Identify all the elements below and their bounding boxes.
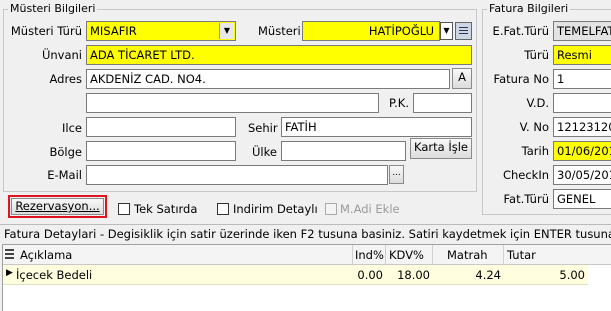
ilce-field[interactable] bbox=[86, 117, 236, 137]
musteri-value: HATİPOĞLU bbox=[368, 24, 434, 38]
cell-ind: 0.00 bbox=[357, 268, 383, 282]
vno-field[interactable]: 12123120 bbox=[553, 117, 611, 137]
tek-satirda-label: Tek Satırda bbox=[134, 202, 198, 216]
fatura-no-field[interactable]: 1 bbox=[553, 69, 611, 89]
turu-field[interactable]: Resmi bbox=[553, 45, 611, 65]
tek-satirda-checkbox[interactable] bbox=[118, 203, 130, 215]
details-bar-text: Fatura Detaylari - Degisiklik için satir… bbox=[4, 227, 611, 241]
sehir-label: Sehir bbox=[248, 121, 278, 135]
vd-field[interactable] bbox=[553, 93, 611, 113]
tarih-field[interactable]: 01/06/2017 bbox=[553, 141, 611, 161]
musteri-turu-value: MISAFIR bbox=[90, 24, 137, 38]
karta-isle-button[interactable]: Karta İşle bbox=[410, 138, 472, 159]
turu-value: Resmi bbox=[557, 48, 592, 62]
sehir-field[interactable]: FATİH bbox=[281, 117, 472, 137]
chevron-down-icon: ▼ bbox=[443, 26, 450, 35]
cell-aciklama: İçecek Bedeli bbox=[16, 268, 93, 282]
vno-value: 12123120 bbox=[557, 120, 611, 134]
ulke-label: Ülke bbox=[252, 145, 277, 159]
tarih-value: 01/06/2017 bbox=[557, 144, 611, 158]
table-row[interactable]: ▶ İçecek Bedeli 0.00 18.00 4.24 5.00 bbox=[3, 265, 588, 285]
email-field[interactable] bbox=[86, 165, 388, 185]
indirim-detayli-label: Indirim Detaylı bbox=[233, 202, 318, 216]
col-divider bbox=[503, 245, 504, 264]
m-adi-ekle-checkbox[interactable] bbox=[325, 203, 337, 215]
checkin-label: CheckIn bbox=[502, 168, 549, 182]
adres-value: AKDENİZ CAD. NO4. bbox=[90, 72, 206, 86]
bolge-field[interactable] bbox=[86, 141, 236, 161]
ulke-field[interactable] bbox=[281, 141, 406, 161]
rezervasyon-button[interactable]: Rezervasyon... bbox=[11, 198, 104, 215]
col-divider bbox=[352, 245, 353, 264]
adres-button[interactable]: A bbox=[452, 68, 472, 89]
sehir-value: FATİH bbox=[285, 120, 317, 134]
indirim-detayli-checkbox[interactable] bbox=[217, 203, 229, 215]
col-divider bbox=[432, 245, 433, 264]
chevron-down-icon[interactable]: ▼ bbox=[219, 23, 234, 39]
col-aciklama[interactable]: Açıklama bbox=[20, 248, 72, 262]
col-kdv[interactable]: KDV% bbox=[389, 248, 424, 262]
adres-field-1[interactable]: AKDENİZ CAD. NO4. bbox=[86, 69, 450, 89]
details-bar: Fatura Detaylari - Degisiklik için satir… bbox=[0, 224, 611, 243]
fatura-bilgileri-title: Fatura Bilgileri bbox=[487, 2, 571, 15]
fat-turu-label: Fat.Türü bbox=[503, 192, 549, 206]
email-label: E-Mail bbox=[47, 168, 82, 182]
unvani-field[interactable]: ADA TİCARET LTD. bbox=[86, 45, 472, 65]
row-indicator-icon: ▶ bbox=[6, 268, 13, 278]
fatura-no-label: Fatura No bbox=[493, 72, 549, 86]
cell-tutar: 5.00 bbox=[559, 268, 585, 282]
vd-label: V.D. bbox=[526, 96, 549, 110]
fat-turu-field[interactable]: GENEL bbox=[553, 189, 611, 209]
efat-turu-label: E.Fat.Türü bbox=[492, 24, 549, 38]
musteri-label: Müsteri bbox=[258, 24, 301, 38]
m-adi-ekle-label: M.Adi Ekle bbox=[340, 202, 400, 216]
musteri-turu-label: Müsteri Türü bbox=[10, 24, 82, 38]
musteri-dropdown-button[interactable]: ▼ bbox=[440, 22, 453, 40]
unvani-value: ADA TİCARET LTD. bbox=[90, 48, 195, 62]
adres-label: Adres bbox=[49, 72, 82, 86]
checkin-field[interactable]: 30/05/2017 bbox=[553, 165, 611, 185]
unvani-label: Ünvani bbox=[41, 48, 82, 62]
checkin-value: 30/05/2017 bbox=[557, 168, 611, 182]
ilce-label: Ilce bbox=[62, 121, 82, 135]
tarih-label: Tarih bbox=[521, 144, 549, 158]
col-divider bbox=[385, 245, 386, 264]
fatura-no-value: 1 bbox=[557, 72, 565, 86]
col-ind[interactable]: Ind% bbox=[355, 248, 384, 262]
turu-label: Türü bbox=[524, 48, 549, 62]
musteri-select[interactable]: HATİPOĞLU bbox=[302, 21, 440, 41]
email-button[interactable]: ... bbox=[389, 165, 404, 184]
cell-kdv: 18.00 bbox=[397, 268, 430, 282]
grid-menu-icon[interactable] bbox=[5, 249, 14, 259]
adres-field-2[interactable] bbox=[86, 93, 379, 113]
fat-turu-value: GENEL bbox=[557, 192, 596, 206]
musteri-turu-select[interactable]: MISAFIR ▼ bbox=[86, 21, 236, 41]
efat-turu-field[interactable]: TEMELFAT bbox=[553, 21, 611, 41]
vno-label: V. No bbox=[519, 120, 549, 134]
cell-matrah: 4.24 bbox=[475, 268, 501, 282]
bolge-label: Bölge bbox=[49, 145, 83, 159]
customer-list-icon[interactable] bbox=[455, 22, 472, 40]
pk-field[interactable] bbox=[413, 93, 472, 113]
efat-turu-value: TEMELFAT bbox=[557, 24, 611, 38]
col-tutar[interactable]: Tutar bbox=[507, 248, 536, 262]
musteri-bilgileri-title: Müsteri Bilgileri bbox=[8, 2, 98, 15]
col-matrah[interactable]: Matrah bbox=[447, 248, 488, 262]
pk-label: P.K. bbox=[389, 96, 409, 110]
